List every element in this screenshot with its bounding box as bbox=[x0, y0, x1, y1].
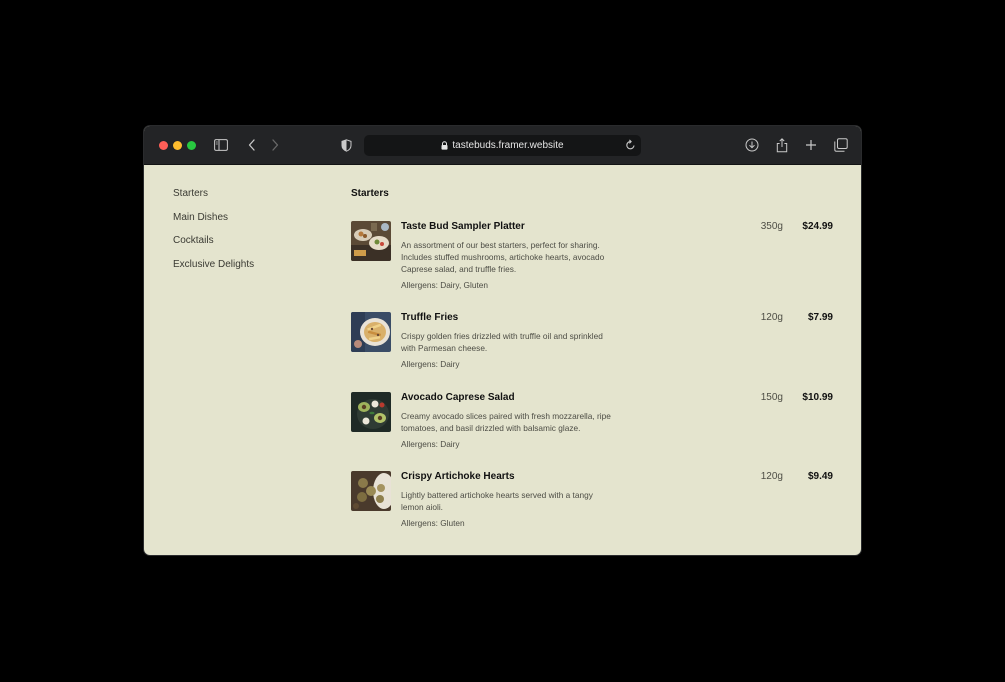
item-description: An assortment of our best starters, perf… bbox=[401, 240, 605, 274]
lock-icon bbox=[441, 141, 448, 150]
forward-icon[interactable] bbox=[267, 137, 283, 153]
item-weight: 120g bbox=[760, 312, 783, 323]
item-image-avocado-caprese bbox=[351, 392, 391, 432]
nav-item-cocktails[interactable]: Cocktails bbox=[173, 235, 254, 259]
item-name: Taste Bud Sampler Platter bbox=[401, 221, 525, 232]
close-window-button[interactable] bbox=[159, 141, 168, 150]
browser-window: tastebuds.framer.website Starters Main D… bbox=[144, 126, 861, 555]
item-image-truffle-fries bbox=[351, 312, 391, 352]
item-name: Avocado Caprese Salad bbox=[401, 392, 515, 403]
address-bar[interactable]: tastebuds.framer.website bbox=[364, 135, 641, 156]
browser-toolbar: tastebuds.framer.website bbox=[144, 126, 861, 165]
menu-item: Truffle Fries Crispy golden fries drizzl… bbox=[351, 312, 833, 372]
category-nav: Starters Main Dishes Cocktails Exclusive… bbox=[173, 188, 254, 282]
item-allergens: Allergens: Dairy bbox=[401, 359, 460, 369]
item-description: Lightly battered artichoke hearts served… bbox=[401, 490, 593, 512]
minimize-window-button[interactable] bbox=[173, 141, 182, 150]
item-name: Truffle Fries bbox=[401, 312, 459, 323]
item-weight: 150g bbox=[760, 392, 783, 403]
menu-item: Taste Bud Sampler Platter An assortment … bbox=[351, 221, 833, 301]
item-price: $10.99 bbox=[802, 392, 833, 403]
item-allergens: Allergens: Gluten bbox=[401, 518, 465, 528]
page-content: Starters Main Dishes Cocktails Exclusive… bbox=[144, 164, 861, 555]
download-icon[interactable] bbox=[744, 137, 760, 153]
back-icon[interactable] bbox=[244, 137, 260, 153]
reload-icon[interactable] bbox=[625, 139, 636, 151]
item-price: $7.99 bbox=[807, 312, 833, 323]
share-icon[interactable] bbox=[774, 137, 790, 153]
item-description: Crispy golden fries drizzled with truffl… bbox=[401, 331, 603, 353]
item-image-sampler-platter bbox=[351, 221, 391, 261]
item-name: Crispy Artichoke Hearts bbox=[401, 471, 515, 482]
sidebar-icon[interactable] bbox=[214, 137, 228, 153]
nav-item-starters[interactable]: Starters bbox=[173, 188, 254, 212]
nav-item-exclusive-delights[interactable]: Exclusive Delights bbox=[173, 259, 254, 283]
shield-icon[interactable] bbox=[338, 137, 354, 153]
tabs-overview-icon[interactable] bbox=[833, 137, 849, 153]
item-price: $9.49 bbox=[807, 471, 833, 482]
section-title: Starters bbox=[351, 188, 389, 199]
nav-item-main-dishes[interactable]: Main Dishes bbox=[173, 212, 254, 236]
new-tab-icon[interactable] bbox=[803, 137, 819, 153]
maximize-window-button[interactable] bbox=[187, 141, 196, 150]
item-image-artichoke-hearts bbox=[351, 471, 391, 511]
item-allergens: Allergens: Dairy, Gluten bbox=[401, 280, 488, 290]
menu-item: Avocado Caprese Salad Creamy avocado sli… bbox=[351, 392, 833, 452]
item-price: $24.99 bbox=[802, 221, 833, 232]
item-description: Creamy avocado slices paired with fresh … bbox=[401, 411, 611, 433]
url-text: tastebuds.framer.website bbox=[452, 140, 564, 151]
menu-item: Crispy Artichoke Hearts Lightly battered… bbox=[351, 471, 833, 531]
item-allergens: Allergens: Dairy bbox=[401, 439, 460, 449]
item-weight: 120g bbox=[760, 471, 783, 482]
item-weight: 350g bbox=[760, 221, 783, 232]
